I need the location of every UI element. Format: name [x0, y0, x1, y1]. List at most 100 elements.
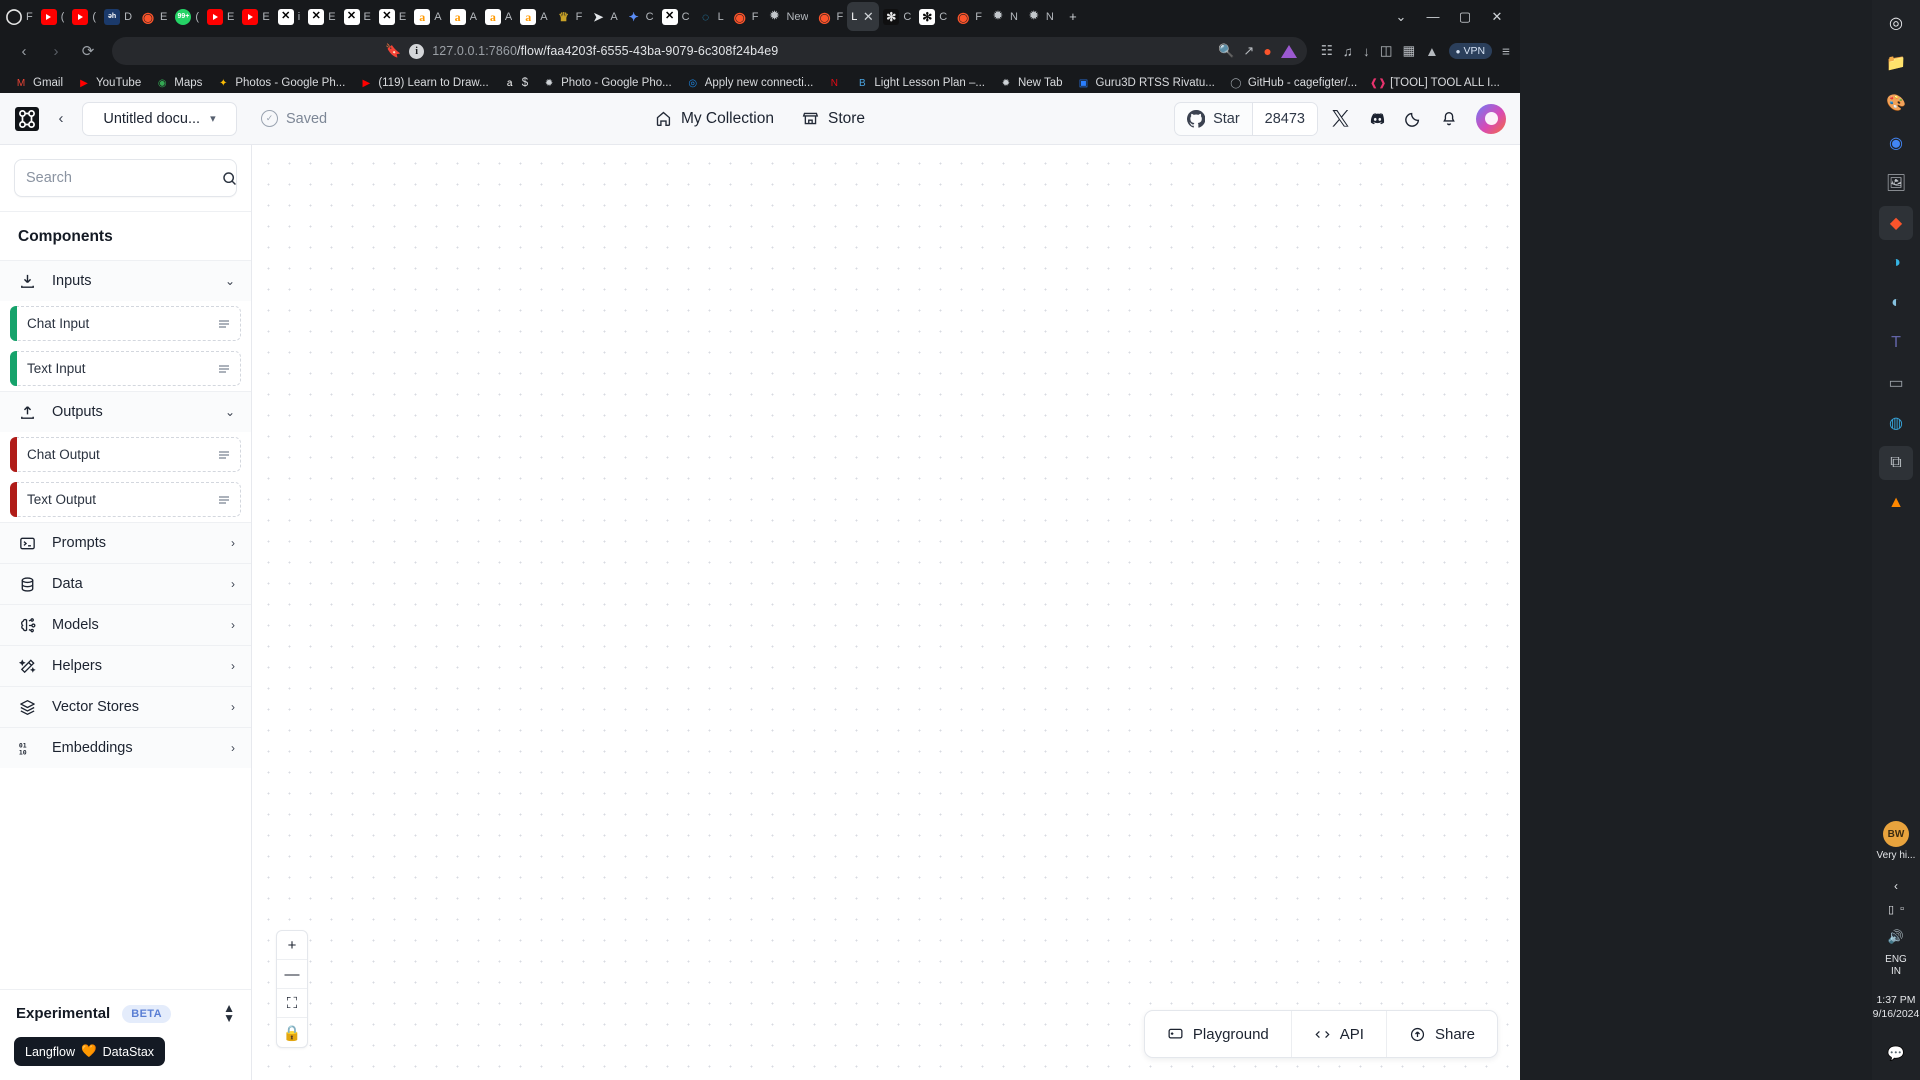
paint-icon[interactable]: 🎨	[1879, 86, 1913, 120]
share-icon[interactable]: ↗	[1243, 43, 1254, 59]
edge-icon[interactable]: ◑	[1879, 246, 1913, 280]
sidebar-category-helpers[interactable]: Helpers›	[0, 645, 251, 686]
copy-icon[interactable]: ⧉	[1879, 446, 1913, 480]
drag-handle-icon[interactable]	[217, 318, 231, 330]
display-icon[interactable]: ▯	[1888, 903, 1894, 916]
sidebar-category-data[interactable]: Data›	[0, 563, 251, 604]
notification-icon[interactable]: 💬	[1879, 1036, 1913, 1070]
browser-tab[interactable]: aA	[410, 2, 445, 31]
brave-icon[interactable]: ◆	[1879, 206, 1913, 240]
back-to-collection-button[interactable]: ‹	[50, 110, 72, 127]
zoom-out-button[interactable]: —	[277, 960, 307, 989]
bookmark-item[interactable]: a$	[497, 73, 534, 93]
bookmark-item[interactable]: BLight Lesson Plan –...	[849, 73, 991, 93]
sidebar-category-vector-stores[interactable]: Vector Stores›	[0, 686, 251, 727]
drag-handle-icon[interactable]	[217, 449, 231, 461]
fit-view-button[interactable]: ⛶	[277, 989, 307, 1018]
browser-tab[interactable]: ✕E	[375, 2, 410, 31]
browser-tab[interactable]: ✹N	[1022, 2, 1058, 31]
brave-leo-icon[interactable]	[1281, 45, 1297, 58]
user-avatar[interactable]	[1476, 104, 1506, 134]
teams-icon[interactable]: T	[1879, 326, 1913, 360]
taskbar-clock[interactable]: 1:37 PM9/16/2024	[1873, 993, 1920, 1022]
bookmark-item[interactable]: ✹Photo - Google Pho...	[536, 73, 678, 93]
maximize-button[interactable]: ▢	[1450, 3, 1480, 31]
browser-tab[interactable]: əhD	[100, 2, 136, 31]
search-box[interactable]	[14, 159, 237, 197]
browser-tab[interactable]: ➤A	[586, 2, 621, 31]
forward-button[interactable]: ›	[42, 37, 70, 65]
browser-tab[interactable]: ✻C	[915, 2, 951, 31]
browser-tab-active[interactable]: ⌸L✕	[847, 2, 879, 31]
browser-tab[interactable]: (	[37, 2, 69, 31]
bookmark-item[interactable]: ▣Guru3D RTSS Rivatu...	[1071, 73, 1221, 93]
browser-tab[interactable]: ◉F	[728, 2, 763, 31]
zoom-in-button[interactable]: +	[277, 931, 307, 960]
drag-handle-icon[interactable]	[217, 494, 231, 506]
discord-icon[interactable]	[1368, 109, 1390, 128]
terminal-icon[interactable]: ▭	[1879, 366, 1913, 400]
bookmark-item[interactable]: ◯GitHub - cagefigter/...	[1223, 73, 1363, 93]
browser-tab[interactable]: ✻C	[879, 2, 915, 31]
music-icon[interactable]: ♫	[1343, 44, 1353, 59]
sidebar-category-inputs[interactable]: Inputs⌄	[0, 260, 251, 301]
component-item-chat-input[interactable]: Chat Input	[10, 306, 241, 341]
bookmark-item[interactable]: ✦Photos - Google Ph...	[210, 73, 351, 93]
extensions-icon[interactable]: ☷	[1321, 43, 1333, 59]
downloads-icon[interactable]: ↓	[1363, 44, 1370, 59]
bookmark-item[interactable]: N	[821, 73, 847, 93]
chrome-icon[interactable]: ◉	[1879, 126, 1913, 160]
sidebar-category-models[interactable]: Models›	[0, 604, 251, 645]
flow-canvas[interactable]: + — ⛶ 🔒 PlaygroundAPIShare	[252, 145, 1520, 1080]
bookmark-icon[interactable]: 🔖	[385, 43, 401, 59]
close-icon[interactable]: ✕	[861, 10, 875, 24]
browser-tab[interactable]: ✹N	[986, 2, 1022, 31]
bookmark-item[interactable]: ◉Maps	[149, 73, 208, 93]
volume-icon[interactable]: 🔊	[1879, 920, 1913, 954]
search-input[interactable]	[26, 170, 213, 186]
browser-tab[interactable]: ✕E	[304, 2, 339, 31]
bookmark-item[interactable]: ▶(119) Learn to Draw...	[353, 73, 494, 93]
tray-expand-icon[interactable]: ‹	[1879, 869, 1913, 903]
windows-search-icon[interactable]: ◎	[1879, 6, 1913, 40]
nav-my-collection[interactable]: My Collection	[655, 110, 774, 128]
browser-tab[interactable]: ◉E	[136, 2, 171, 31]
browser-tab[interactable]: ✕i	[274, 2, 304, 31]
browser-tab[interactable]: aA	[481, 2, 516, 31]
browser-tab[interactable]: (	[68, 2, 100, 31]
rewards-icon[interactable]: ▲	[1425, 44, 1438, 59]
file-explorer-icon[interactable]: 📁	[1879, 46, 1913, 80]
tab-list-button[interactable]: ⌄	[1386, 3, 1416, 31]
language-indicator[interactable]: ENGIN	[1885, 954, 1907, 979]
browser-tab[interactable]: aA	[516, 2, 551, 31]
api-button[interactable]: API	[1292, 1011, 1387, 1057]
browser-tab[interactable]: E	[203, 2, 238, 31]
tray-avatar[interactable]: BW	[1883, 821, 1909, 847]
browser-tab[interactable]: ♛F	[552, 2, 587, 31]
browser-tab[interactable]: ✕C	[658, 2, 694, 31]
browser-tab[interactable]: ◉F	[812, 2, 847, 31]
component-item-text-input[interactable]: Text Input	[10, 351, 241, 386]
brave-shield-icon[interactable]: ●	[1263, 43, 1271, 59]
address-bar[interactable]: 🔖 i 127.0.0.1:7860/flow/faa4203f-6555-43…	[112, 37, 1307, 65]
bell-icon[interactable]	[1440, 110, 1462, 128]
earth-icon[interactable]: ◍	[1879, 406, 1913, 440]
langflow-logo-icon[interactable]	[14, 106, 40, 132]
lock-button[interactable]: 🔒	[277, 1018, 307, 1047]
site-info-icon[interactable]: i	[409, 44, 424, 59]
component-item-chat-output[interactable]: Chat Output	[10, 437, 241, 472]
sidebar-category-embeddings[interactable]: 0110Embeddings›	[0, 727, 251, 768]
share-button[interactable]: Share	[1387, 1011, 1497, 1057]
nav-store[interactable]: Store	[802, 110, 865, 128]
steam-icon[interactable]: ◐	[1879, 286, 1913, 320]
experimental-row[interactable]: Experimental BETA ▲▼	[0, 989, 251, 1037]
browser-tab[interactable]: E	[238, 2, 273, 31]
wallet-icon[interactable]: ▦	[1403, 43, 1416, 59]
sidebar-category-outputs[interactable]: Outputs⌄	[0, 391, 251, 432]
bookmark-item[interactable]: ✹New Tab	[993, 73, 1069, 93]
vpn-badge[interactable]: ●VPN	[1449, 43, 1492, 59]
zoom-icon[interactable]: 🔍	[1218, 43, 1234, 59]
close-window-button[interactable]: ✕	[1482, 3, 1512, 31]
flow-name-dropdown[interactable]: Untitled docu... ▾	[82, 102, 237, 136]
photos-icon[interactable]: 🖼	[1879, 166, 1913, 200]
